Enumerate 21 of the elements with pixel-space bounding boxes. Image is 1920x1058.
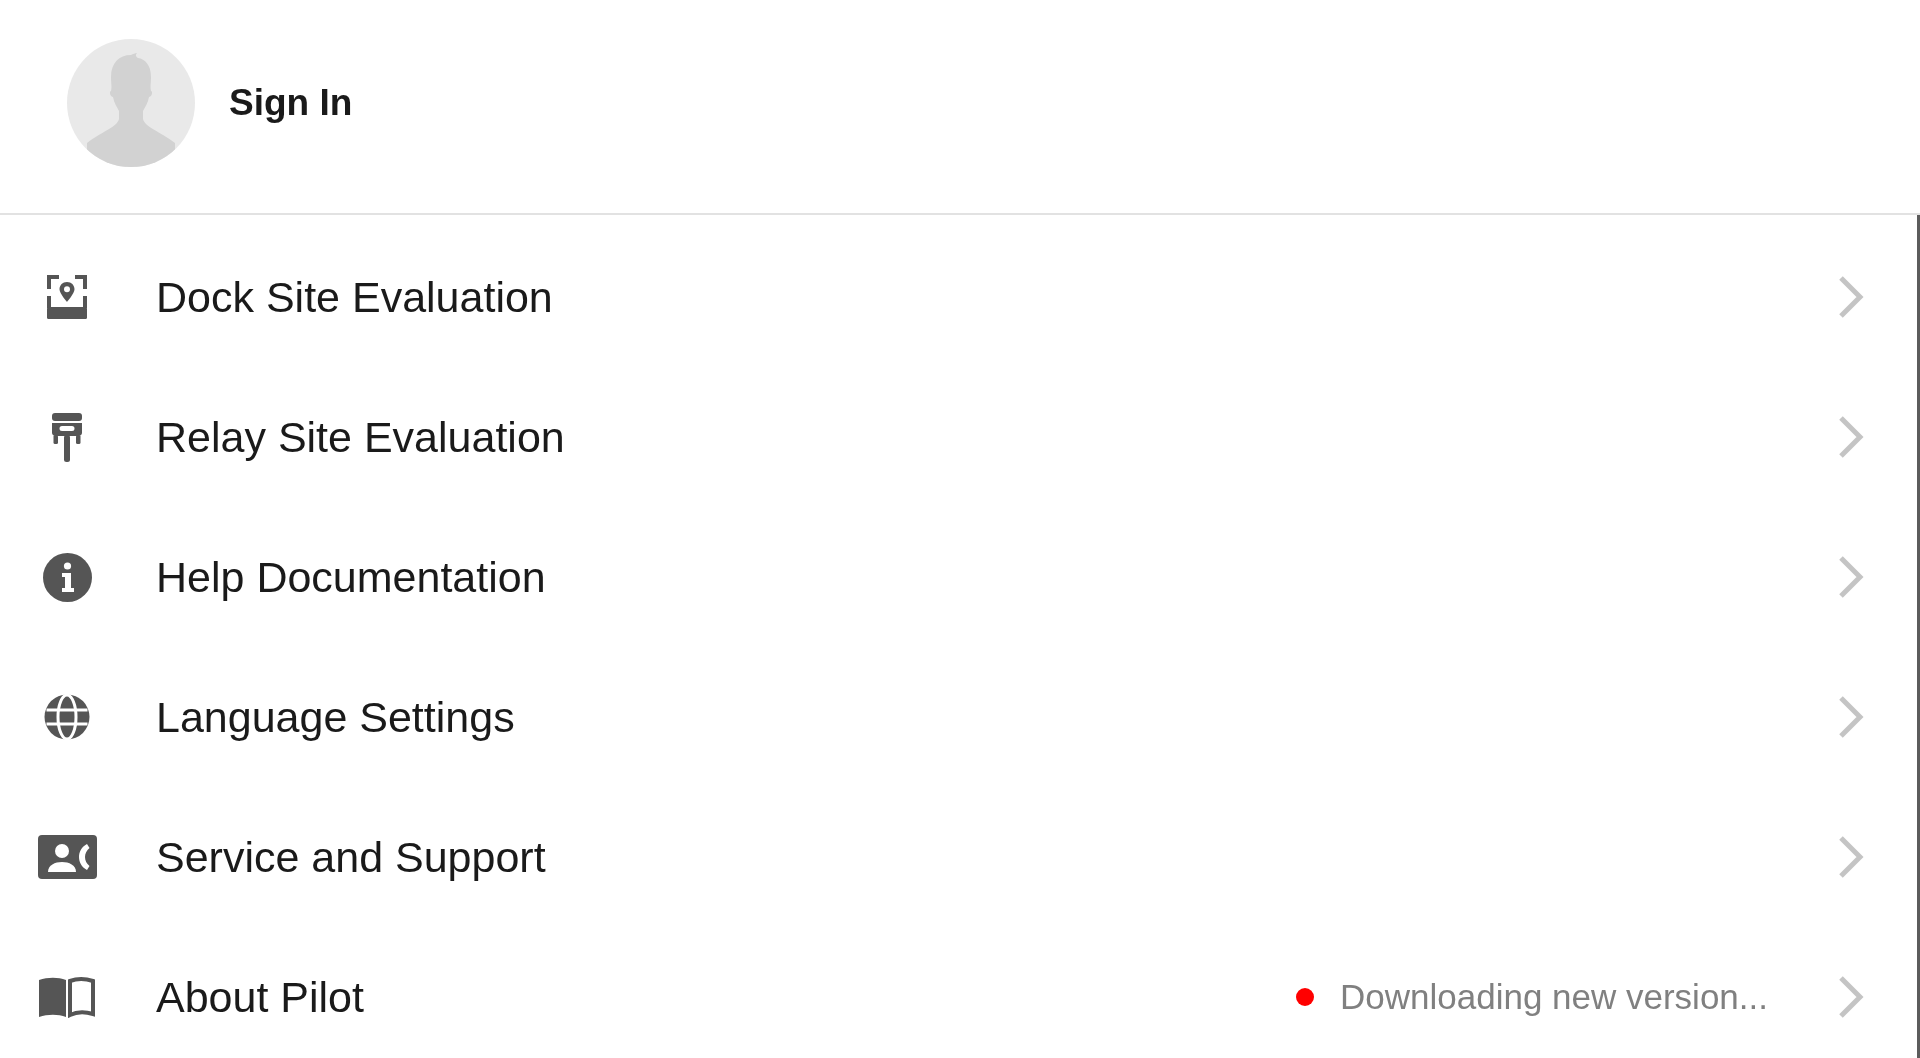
contact-card-icon <box>37 835 97 879</box>
chevron-icon[interactable] <box>1838 835 1864 879</box>
menu-item-label[interactable]: About Pilot <box>156 972 364 1022</box>
status-text: Downloading new version... <box>1340 977 1768 1017</box>
plug-icon <box>52 412 82 462</box>
chevron-icon[interactable] <box>1838 555 1864 599</box>
chevron-icon[interactable] <box>1838 275 1864 319</box>
menu-item-label[interactable]: Service and Support <box>156 832 546 882</box>
menu-item-label[interactable]: Dock Site Evaluation <box>156 272 553 322</box>
menu-item-label[interactable]: Language Settings <box>156 692 515 742</box>
menu-item-label[interactable]: Help Documentation <box>156 552 546 602</box>
open-book-icon <box>39 976 95 1018</box>
sign-in-link[interactable]: Sign In <box>229 81 353 124</box>
menu-item-label[interactable]: Relay Site Evaluation <box>156 412 565 462</box>
chevron-icon[interactable] <box>1838 695 1864 739</box>
chevron-icon[interactable] <box>1838 415 1864 459</box>
globe-icon <box>44 694 90 740</box>
chevron-icon[interactable] <box>1838 975 1864 1019</box>
avatar-icon <box>67 38 195 167</box>
info-icon <box>42 552 92 602</box>
location-frame-icon <box>47 275 87 319</box>
